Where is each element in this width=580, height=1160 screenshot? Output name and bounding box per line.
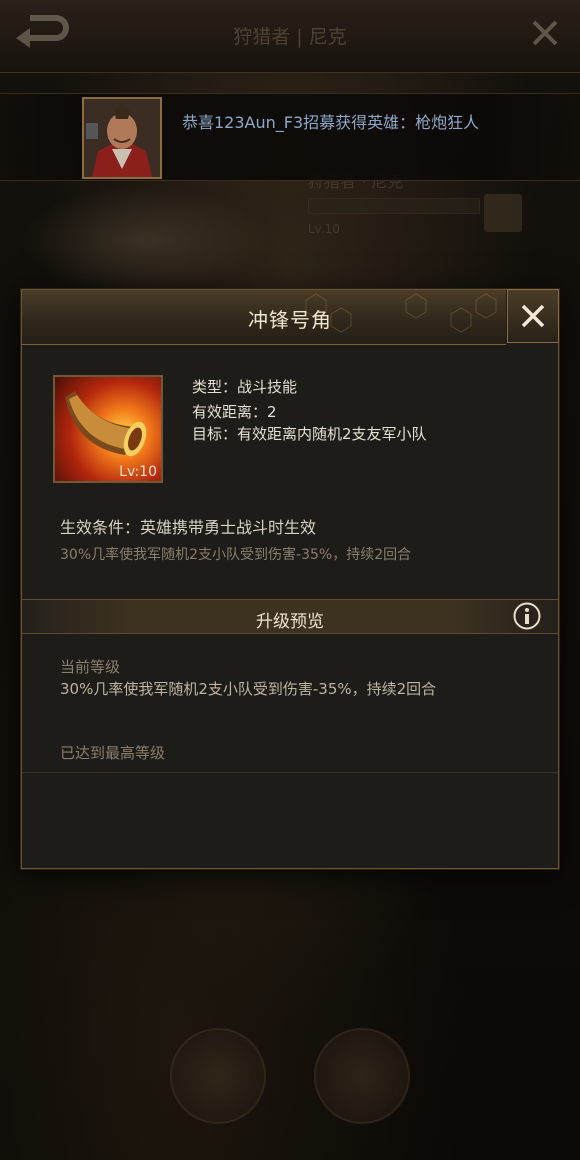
skill-horn-icon: Lv:10 xyxy=(53,375,163,483)
skill-range: 有效距离：2 xyxy=(192,403,277,421)
dialog-close-button[interactable] xyxy=(507,289,559,343)
divider xyxy=(22,772,558,773)
info-icon[interactable] xyxy=(513,602,541,630)
notification-text: 恭喜123Aun_F3招募获得英雄：枪炮狂人 xyxy=(182,113,480,132)
skill-type: 类型：战斗技能 xyxy=(192,378,298,396)
skill-dialog: 冲锋号角 Lv:10 类型：战斗技能 有效距离：2 目标：有效距离内随机2支友军… xyxy=(21,289,559,869)
close-icon xyxy=(521,304,545,328)
rank-button-background xyxy=(170,1028,266,1124)
hero-action-button-background xyxy=(484,194,522,232)
current-level-label: 当前等级 xyxy=(60,658,121,676)
recruit-notification: 恭喜123Aun_F3招募获得英雄：枪炮狂人 xyxy=(0,93,580,181)
hero-portrait-background xyxy=(20,185,270,295)
card-button-background xyxy=(314,1028,410,1124)
skill-level: Lv:10 xyxy=(119,464,157,480)
hero-level-background: Lv.10 xyxy=(308,222,340,236)
hero-progress-background xyxy=(308,198,480,214)
skill-target: 目标：有效距离内随机2支友军小队 xyxy=(192,425,427,443)
current-level-description: 30%几率使我军随机2支小队受到伤害-35%，持续2回合 xyxy=(60,680,437,698)
skill-description: 30%几率使我军随机2支小队受到伤害-35%，持续2回合 xyxy=(60,547,412,563)
hero-avatar xyxy=(82,97,162,179)
close-icon[interactable] xyxy=(530,18,560,48)
dialog-title: 冲锋号角 xyxy=(248,308,332,332)
top-bar: 狩猎者 | 尼克 xyxy=(0,0,580,73)
upgrade-preview-header: 升级预览 xyxy=(22,599,558,634)
max-level-text: 已达到最高等级 xyxy=(60,744,166,762)
skill-condition: 生效条件：英雄携带勇士战斗时生效 xyxy=(60,518,317,537)
upgrade-preview-title: 升级预览 xyxy=(256,612,324,632)
screen-title: 狩猎者 | 尼克 xyxy=(233,26,347,48)
